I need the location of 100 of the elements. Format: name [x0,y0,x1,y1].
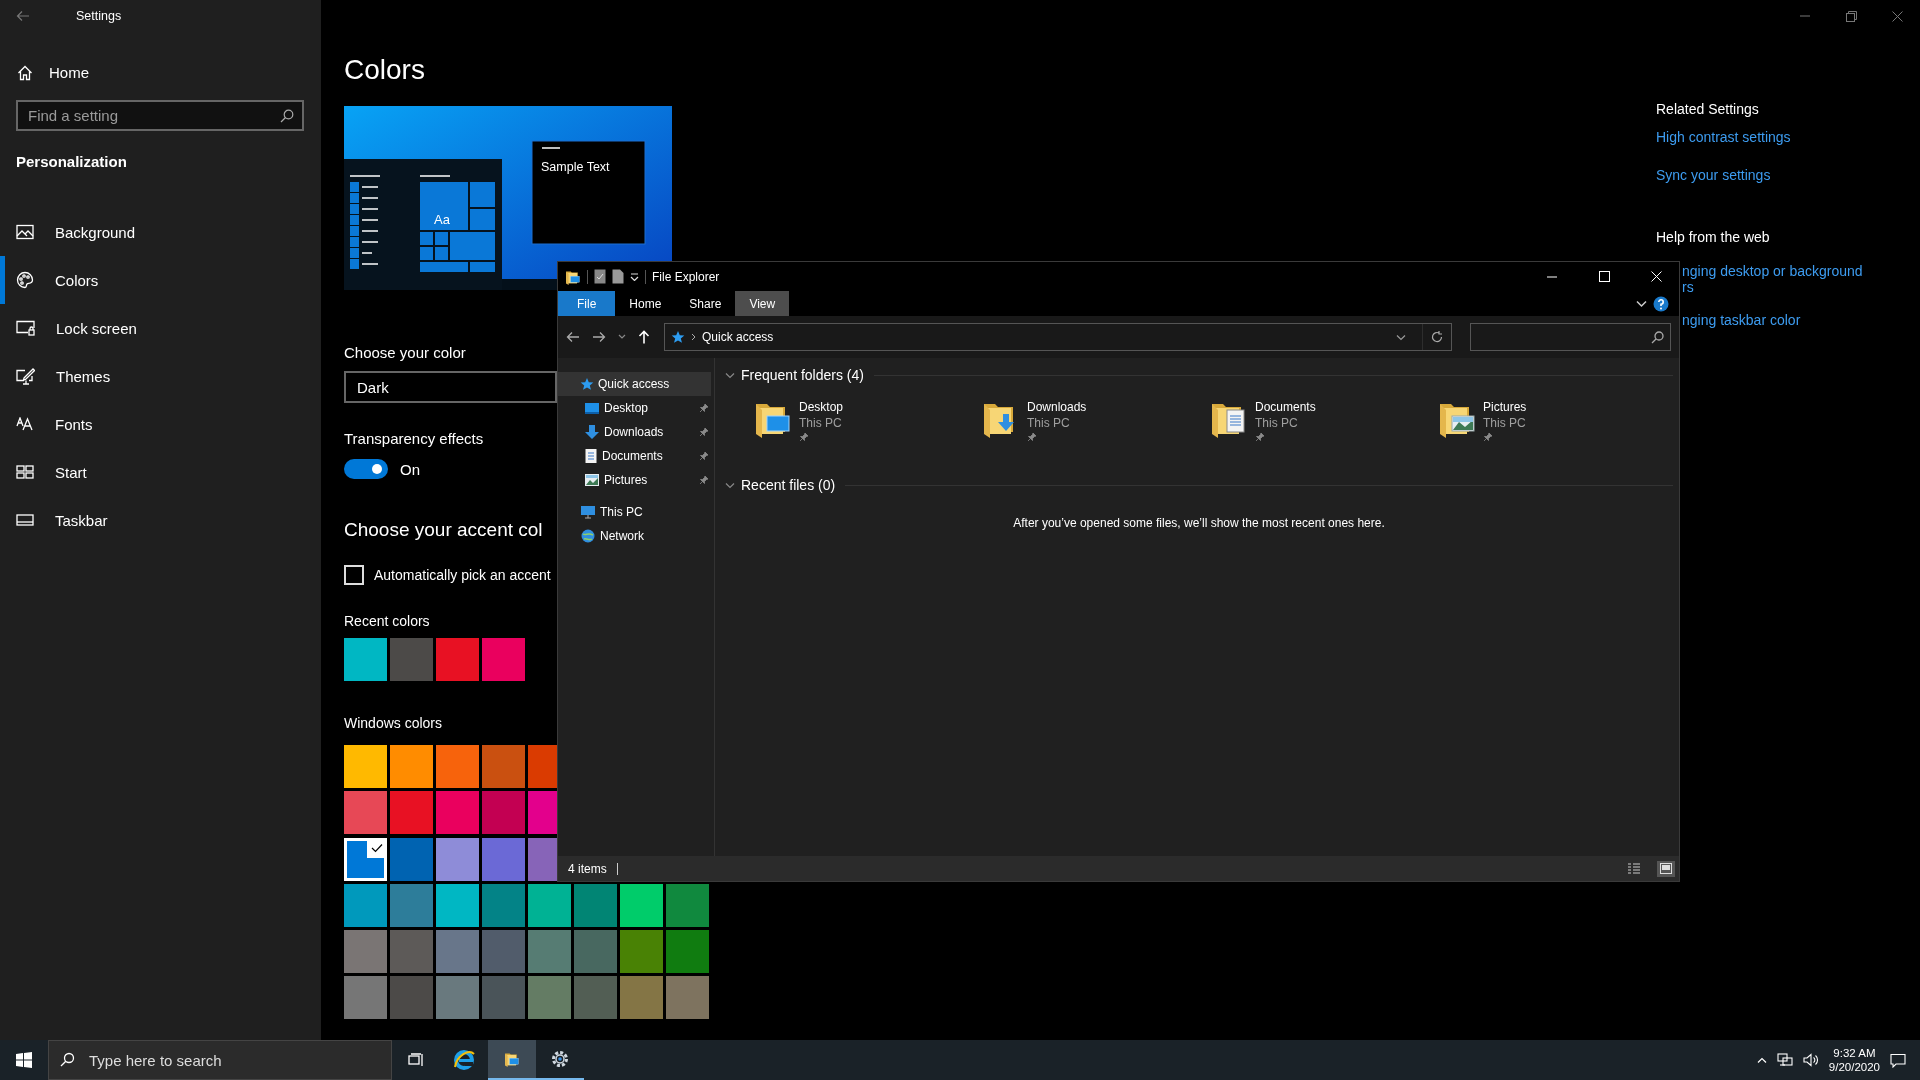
color-swatch[interactable] [436,930,479,974]
large-icons-view-button[interactable] [1657,860,1675,877]
color-swatch[interactable] [528,837,557,881]
section-header[interactable]: Frequent folders (4) [741,367,864,383]
color-swatch[interactable] [436,976,479,1020]
color-swatch[interactable] [482,791,525,835]
maximize-icon[interactable] [1598,271,1610,282]
customize-caret-icon[interactable] [630,272,639,281]
color-swatch[interactable] [390,883,433,927]
home-nav-item[interactable]: Home [17,64,89,81]
sidebar-item[interactable]: Background [0,208,136,256]
color-swatch[interactable] [528,791,557,835]
details-view-button[interactable] [1625,860,1643,877]
folder-tile[interactable]: Documents This PC [1209,398,1437,454]
color-swatch[interactable] [344,976,387,1020]
help-icon[interactable] [1653,295,1669,312]
color-swatch[interactable] [344,638,387,681]
color-swatch[interactable] [482,976,525,1020]
color-mode-dropdown[interactable]: Dark [344,371,557,403]
nav-tree-item[interactable]: Quick access [558,372,711,396]
color-swatch[interactable] [620,976,663,1020]
color-swatch[interactable] [344,791,387,835]
color-swatch[interactable] [574,930,617,974]
network-icon[interactable] [1776,1053,1793,1067]
color-swatch[interactable] [528,883,571,927]
recent-locations-icon[interactable] [618,334,626,340]
color-swatch[interactable] [436,791,479,835]
checkbox[interactable] [344,565,364,585]
forward-arrow-icon[interactable] [592,331,606,343]
nav-tree-item[interactable]: This PC [558,500,711,524]
color-swatch[interactable] [666,976,709,1020]
color-swatch[interactable] [344,745,387,788]
sidebar-item[interactable]: Themes [0,352,111,400]
volume-icon[interactable] [1802,1053,1819,1067]
ribbon-tab[interactable]: File [558,291,616,316]
ribbon-tab[interactable]: Share [675,291,736,316]
color-swatch[interactable] [574,883,617,927]
color-swatch[interactable] [436,745,479,788]
color-swatch[interactable] [390,837,433,881]
sidebar-item[interactable]: Taskbar [0,496,108,544]
back-arrow-icon[interactable] [16,10,30,22]
color-swatch[interactable] [620,883,663,927]
search-field[interactable]: Find a setting [16,100,304,131]
clock[interactable]: 9:32 AM 9/20/2020 [1828,1047,1880,1073]
color-swatch[interactable] [666,883,709,927]
folder-tile[interactable]: Pictures This PC [1437,398,1665,454]
color-swatch[interactable] [344,930,387,974]
restore-icon[interactable] [1845,10,1857,22]
ribbon-tab[interactable]: Home [615,291,676,316]
color-swatch[interactable] [436,837,479,881]
settings-link[interactable]: High contrast settings [1656,129,1791,145]
color-swatch[interactable] [482,638,525,681]
color-swatch[interactable] [574,976,617,1020]
color-swatch[interactable] [482,745,525,788]
sidebar-item[interactable]: Fonts [0,400,93,448]
taskbar-search-field[interactable]: Type here to search [48,1040,392,1080]
color-swatch[interactable] [344,837,387,881]
tray-caret-icon[interactable] [1756,1057,1767,1063]
color-swatch[interactable] [390,745,433,788]
refresh-icon[interactable] [1430,331,1443,343]
sidebar-item[interactable]: Lock screen [0,304,137,352]
color-swatch[interactable] [620,930,663,974]
nav-tree-item[interactable]: Desktop [558,396,711,420]
toggle-switch[interactable] [344,459,388,479]
color-swatch[interactable] [390,791,433,835]
ribbon-tab[interactable]: View [735,291,790,316]
folder-tile[interactable]: Downloads This PC [981,398,1209,454]
nav-tree-item[interactable]: Network [558,524,711,548]
color-swatch[interactable] [528,745,557,788]
color-swatch[interactable] [528,930,571,974]
color-swatch[interactable] [344,883,387,927]
search-field[interactable] [1469,323,1671,351]
help-link[interactable]: nging desktop or background rs [1682,263,1863,295]
properties-icon[interactable] [594,269,606,284]
color-swatch[interactable] [390,638,433,681]
color-swatch[interactable] [482,930,525,974]
nav-tree-item[interactable]: Pictures [558,468,711,492]
sidebar-item[interactable]: Start [0,448,87,496]
up-arrow-icon[interactable] [638,330,650,344]
nav-tree-item[interactable]: Documents [558,444,711,468]
settings-link[interactable]: Sync your settings [1656,167,1771,183]
color-swatch[interactable] [390,930,433,974]
address-bar[interactable]: Quick access [664,323,1452,351]
expand-ribbon-icon[interactable] [1636,299,1647,308]
sidebar-item[interactable]: Colors [0,256,99,304]
color-swatch[interactable] [666,930,709,974]
color-swatch[interactable] [436,883,479,927]
color-swatch[interactable] [482,883,525,927]
color-swatch[interactable] [390,976,433,1020]
notifications-icon[interactable] [1890,1052,1906,1068]
nav-tree-item[interactable]: Downloads [558,420,711,444]
section-header[interactable]: Recent files (0) [741,477,836,493]
color-swatch[interactable] [436,638,479,681]
taskbar-app-button[interactable] [488,1040,536,1080]
color-swatch[interactable] [482,837,525,881]
back-arrow-icon[interactable] [566,331,580,343]
folder-tile[interactable]: Desktop This PC [753,398,981,454]
help-link[interactable]: nging taskbar color [1682,312,1801,328]
color-swatch[interactable] [528,976,571,1020]
document-icon [584,448,598,464]
